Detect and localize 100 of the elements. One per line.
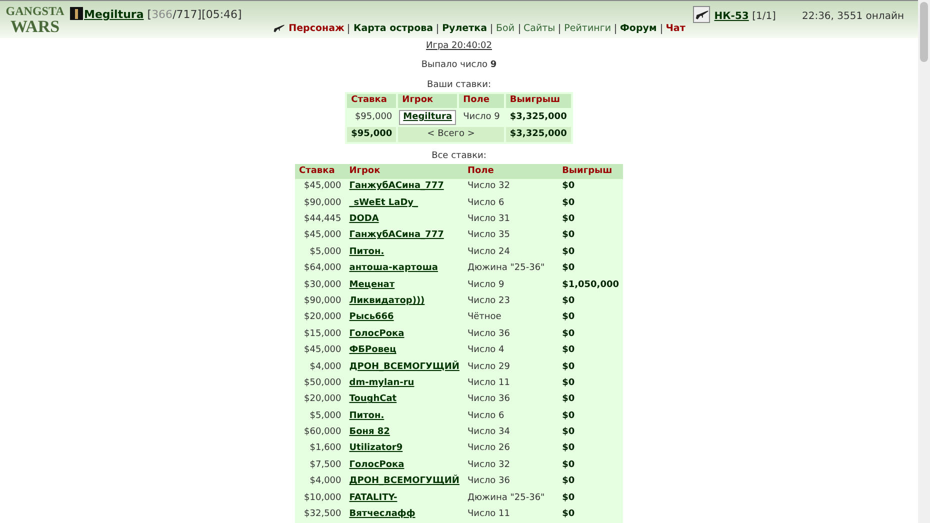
nav-link[interactable]: Бой xyxy=(496,22,514,36)
column-header: Выигрыш xyxy=(558,164,623,179)
game-link[interactable]: Игра 20:40:02 xyxy=(426,40,492,54)
column-header: Игрок xyxy=(345,164,464,179)
field-cell: Число 24 xyxy=(463,244,558,261)
weapon-slot[interactable] xyxy=(693,6,710,23)
nav-link[interactable]: Сайты xyxy=(524,22,556,36)
field-cell: Число 36 xyxy=(463,326,558,343)
all-bets-title: Все ставки: xyxy=(432,150,486,164)
weapon-link[interactable]: НК-53 xyxy=(714,11,749,22)
logo[interactable]: GANGSTA WARS xyxy=(6,4,64,36)
your-bets-title: Ваши ставки: xyxy=(427,78,491,92)
player-link[interactable]: ГанжубАСина_777 xyxy=(349,230,444,240)
player-link[interactable]: Megiltura xyxy=(399,110,456,126)
player-link[interactable]: Ликвидатор))) xyxy=(349,296,425,306)
bet-cell: $5,000 xyxy=(295,244,346,261)
bet-cell: $45,000 xyxy=(295,342,346,360)
column-header: Поле xyxy=(459,94,504,108)
nav-link[interactable]: Рейтинги xyxy=(564,22,612,36)
player-link[interactable]: ToughCat xyxy=(349,394,397,404)
win-cell: $0 xyxy=(558,474,623,490)
player-link[interactable]: ФБРовец xyxy=(349,345,396,356)
bet-cell: $10,000 xyxy=(295,490,346,507)
player-link[interactable]: Меценат xyxy=(349,280,395,290)
win-cell: $0 xyxy=(558,244,623,261)
player-link[interactable]: dm-mylan-ru xyxy=(349,378,414,388)
win-cell: $0 xyxy=(558,506,623,523)
field-cell: Число 4 xyxy=(463,342,558,360)
player-link[interactable]: ГолосРока xyxy=(349,328,404,339)
player-link[interactable]: Рысь666 xyxy=(349,312,394,322)
player-link[interactable]: Utilizator9 xyxy=(349,443,403,454)
field-cell: Число 32 xyxy=(463,178,558,196)
bet-cell-text: $95,000 xyxy=(354,110,394,124)
total-bet-cell: $95,000 xyxy=(347,127,396,142)
bet-cell: $15,000 xyxy=(295,326,346,343)
player-link[interactable]: _sWeEt LaDy_ xyxy=(349,198,418,208)
field-cell-text: Число 9 xyxy=(462,110,501,124)
win-cell: $0 xyxy=(558,424,623,442)
nav-link[interactable]: Персонаж xyxy=(288,22,344,36)
player-link[interactable]: DODA xyxy=(349,214,379,224)
user-link[interactable]: Megiltura xyxy=(84,8,144,21)
nav-link[interactable]: Рулетка xyxy=(442,22,487,36)
field-cell: Число 6 xyxy=(463,195,558,212)
bet-cell: $1,600 xyxy=(295,441,346,458)
player-link[interactable]: Боня 82 xyxy=(349,427,390,438)
column-header: Поле xyxy=(463,164,558,179)
field-cell: Чётное xyxy=(463,310,558,326)
user-stats: [366/717][05:46] xyxy=(147,8,242,21)
player-link[interactable]: ДРОН_ВСЕМОГУЩИЙ xyxy=(349,362,460,372)
bet-cell: $60,000 xyxy=(295,424,346,442)
win-cell: $0 xyxy=(558,408,623,425)
bet-cell: $50,000 xyxy=(295,375,346,392)
win-cell: $0 xyxy=(558,375,623,392)
bet-cell: $32,500 xyxy=(295,506,346,523)
field-cell: Дюжина "25-36" xyxy=(463,490,558,507)
win-cell: $0 xyxy=(558,359,623,376)
win-cell-text: $3,325,000 xyxy=(508,110,568,124)
field-cell: Число 36 xyxy=(463,392,558,408)
field-cell: Число 29 xyxy=(463,359,558,376)
nav-link[interactable]: Форум xyxy=(620,22,657,36)
nav-link[interactable]: Карта острова xyxy=(353,22,434,36)
bet-cell: $5,000 xyxy=(295,408,346,425)
rifle-icon xyxy=(694,8,709,20)
column-header: Ставка xyxy=(347,94,396,108)
bet-cell: $64,000 xyxy=(295,260,346,278)
avatar-icon xyxy=(70,7,83,20)
player-link[interactable]: ДРОН_ВСЕМОГУЩИЙ xyxy=(349,476,460,486)
total-win-cell: $3,325,000 xyxy=(506,127,571,142)
field-cell: Число 11 xyxy=(463,506,558,523)
bet-cell: $90,000 xyxy=(295,294,346,310)
win-cell: $0 xyxy=(558,178,623,196)
player-link[interactable]: ГанжубАСина_777 xyxy=(349,181,444,192)
field-cell: Число 23 xyxy=(463,294,558,310)
player-link[interactable]: FATALITY- xyxy=(349,492,398,503)
player-link[interactable]: Вятчеслафф xyxy=(349,509,416,520)
win-cell: $0 xyxy=(558,260,623,278)
player-link[interactable]: Питон. xyxy=(349,410,384,421)
bet-cell: $4,000 xyxy=(295,474,346,490)
player-link[interactable]: Питон. xyxy=(349,246,384,257)
bet-cell: $4,000 xyxy=(295,359,346,376)
field-cell: Число 36 xyxy=(463,474,558,490)
field-cell: Число 32 xyxy=(463,457,558,474)
field-cell: Число 26 xyxy=(463,441,558,458)
win-cell: $0 xyxy=(558,294,623,310)
bet-cell: $30,000 xyxy=(295,277,346,294)
bet-cell: $90,000 xyxy=(295,195,346,212)
column-header: Выигрыш xyxy=(506,94,571,108)
field-cell: Число 35 xyxy=(463,228,558,244)
scrollbar-thumb[interactable] xyxy=(920,2,928,62)
player-link[interactable]: ГолосРока xyxy=(349,460,404,470)
win-cell: $0 xyxy=(558,457,623,474)
field-cell: Число 11 xyxy=(463,375,558,392)
player-link[interactable]: антоша-картоша xyxy=(349,263,438,274)
bet-cell: $45,000 xyxy=(295,228,346,244)
nav-link[interactable]: Чат xyxy=(666,22,686,36)
result-text: Выпало число 9 xyxy=(421,59,497,72)
bet-cell: $20,000 xyxy=(295,310,346,326)
field-cell: Число 34 xyxy=(463,424,558,442)
field-cell: Число 6 xyxy=(463,408,558,425)
weapon-count: [1/1] xyxy=(752,11,776,22)
